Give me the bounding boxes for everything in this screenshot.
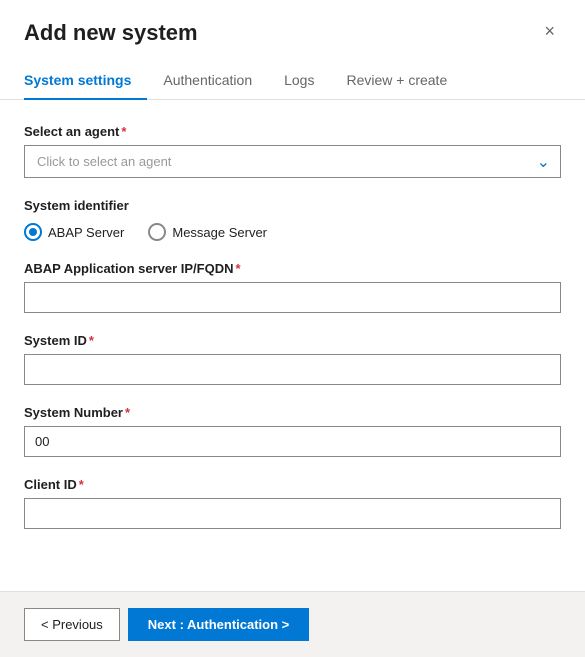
system-identifier-label: System identifier: [24, 198, 561, 213]
radio-message-label: Message Server: [172, 225, 267, 240]
modal-title: Add new system: [24, 20, 198, 46]
agent-label: Select an agent*: [24, 124, 561, 139]
modal-footer: < Previous Next : Authentication >: [0, 591, 585, 657]
radio-abap-server[interactable]: ABAP Server: [24, 223, 124, 241]
radio-message-indicator: [148, 223, 166, 241]
tab-review-create[interactable]: Review + create: [330, 62, 463, 100]
close-button[interactable]: ×: [538, 20, 561, 42]
tab-authentication[interactable]: Authentication: [147, 62, 268, 100]
system-number-label: System Number*: [24, 405, 561, 420]
system-identifier-group: System identifier ABAP Server Message Se…: [24, 198, 561, 241]
tab-bar: System settings Authentication Logs Revi…: [0, 62, 585, 100]
abap-ip-label: ABAP Application server IP/FQDN*: [24, 261, 561, 276]
add-new-system-modal: Add new system × System settings Authent…: [0, 0, 585, 657]
client-id-input[interactable]: [24, 498, 561, 529]
abap-ip-required-mark: *: [236, 261, 241, 276]
next-button[interactable]: Next : Authentication >: [128, 608, 309, 641]
client-id-required-mark: *: [79, 477, 84, 492]
radio-group-identifier: ABAP Server Message Server: [24, 223, 561, 241]
radio-message-server[interactable]: Message Server: [148, 223, 267, 241]
system-id-required-mark: *: [89, 333, 94, 348]
system-id-input[interactable]: [24, 354, 561, 385]
agent-field-group: Select an agent* Click to select an agen…: [24, 124, 561, 178]
chevron-down-icon: ⌄: [537, 152, 550, 172]
radio-abap-indicator: [24, 223, 42, 241]
tab-system-settings[interactable]: System settings: [24, 62, 147, 100]
abap-ip-input[interactable]: [24, 282, 561, 313]
modal-header: Add new system ×: [0, 0, 585, 46]
system-number-input[interactable]: [24, 426, 561, 457]
modal-body: Select an agent* Click to select an agen…: [0, 100, 585, 591]
client-id-label: Client ID*: [24, 477, 561, 492]
system-id-field-group: System ID*: [24, 333, 561, 385]
previous-button[interactable]: < Previous: [24, 608, 120, 641]
system-number-required-mark: *: [125, 405, 130, 420]
system-number-field-group: System Number*: [24, 405, 561, 457]
agent-required-mark: *: [121, 124, 126, 139]
tab-logs[interactable]: Logs: [268, 62, 330, 100]
radio-abap-label: ABAP Server: [48, 225, 124, 240]
system-id-label: System ID*: [24, 333, 561, 348]
abap-ip-field-group: ABAP Application server IP/FQDN*: [24, 261, 561, 313]
client-id-field-group: Client ID*: [24, 477, 561, 529]
agent-select[interactable]: Click to select an agent ⌄: [24, 145, 561, 178]
